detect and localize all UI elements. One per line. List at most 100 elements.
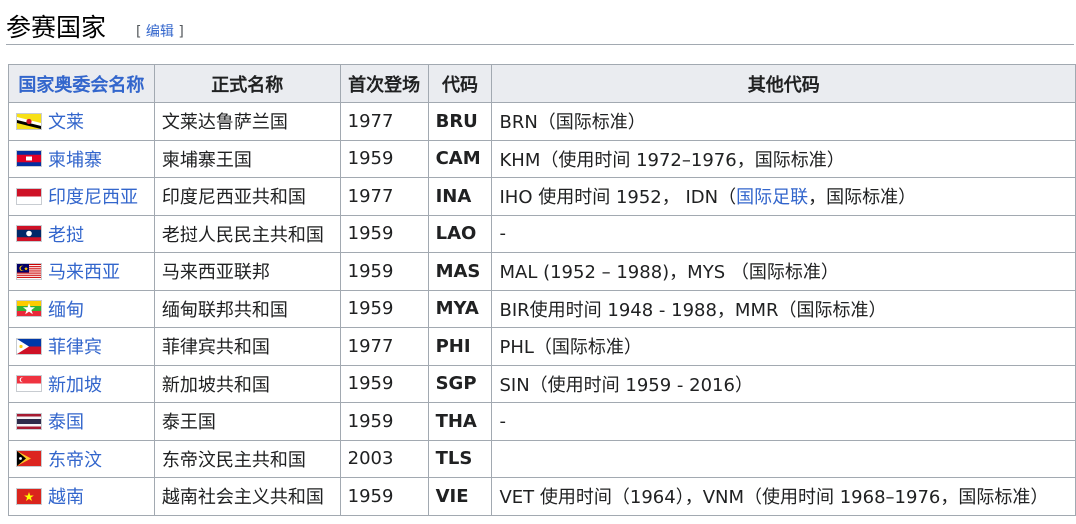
col-header-code: 代码	[427, 64, 493, 103]
country-link[interactable]: 新加坡	[48, 371, 102, 397]
timor-leste-flag-icon[interactable]	[16, 450, 42, 468]
table-row: 菲律宾 菲律宾共和国 1977 PHI PHL（国际标准）	[8, 327, 1076, 366]
country-link[interactable]: 柬埔寨	[48, 146, 102, 172]
cell-first-debut: 1977	[339, 102, 429, 141]
cell-official-name: 泰王国	[153, 402, 341, 441]
other-codes-text: IHO 使用时间 1952， IDN（	[499, 187, 737, 209]
table-row: 东帝汶 东帝汶民主共和国 2003 TLS	[8, 439, 1076, 478]
table-row: 新加坡 新加坡共和国 1959 SGP SIN（使用时间 1959 - 2016…	[8, 364, 1076, 403]
edit-bracket-open: [	[136, 24, 146, 40]
country-link[interactable]: 越南	[48, 483, 84, 509]
table-row: 越南 越南社会主义共和国 1959 VIE VET 使用时间（1964），VNM…	[8, 477, 1076, 516]
laos-flag-icon[interactable]	[16, 225, 42, 243]
cell-official-name: 文莱达鲁萨兰国	[153, 102, 341, 141]
cell-noc-name: 老挝	[8, 214, 155, 253]
cell-other-codes: BRN（国际标准）	[491, 102, 1076, 141]
cell-code: MYA	[427, 289, 493, 328]
edit-bracket-close: ]	[173, 24, 184, 40]
table-header-row: 国家奥委会名称 正式名称 首次登场 代码 其他代码	[8, 64, 1076, 103]
col-header-other-codes: 其他代码	[491, 64, 1076, 103]
cell-noc-name: 缅甸	[8, 289, 155, 328]
country-link[interactable]: 印度尼西亚	[48, 183, 138, 209]
section-title: 参赛国家	[6, 13, 107, 42]
cell-other-codes: SIN（使用时间 1959 - 2016）	[491, 364, 1076, 403]
cell-other-codes: MAL (1952 – 1988)，MYS （国际标准）	[491, 252, 1076, 291]
cell-official-name: 柬埔寨王国	[153, 139, 341, 178]
country-link[interactable]: 东帝汶	[48, 446, 102, 472]
malaysia-flag-icon[interactable]	[16, 262, 42, 280]
section-heading: 参赛国家 [ 编辑 ]	[6, 6, 1074, 45]
indonesia-flag-icon[interactable]	[16, 187, 42, 205]
country-link[interactable]: 马来西亚	[48, 258, 120, 284]
country-link[interactable]: 菲律宾	[48, 333, 102, 359]
cell-other-codes	[491, 439, 1076, 478]
country-link[interactable]: 老挝	[48, 221, 84, 247]
cell-code: INA	[427, 177, 493, 216]
edit-link[interactable]: 编辑	[146, 24, 174, 40]
thailand-flag-icon[interactable]	[16, 412, 42, 430]
cell-noc-name: 东帝汶	[8, 439, 155, 478]
country-link[interactable]: 泰国	[48, 408, 84, 434]
col-header-noc-name-link[interactable]: 国家奥委会名称	[18, 75, 144, 96]
cell-first-debut: 1959	[339, 364, 429, 403]
cell-first-debut: 1977	[339, 327, 429, 366]
country-link[interactable]: 文莱	[48, 108, 84, 134]
cell-first-debut: 1977	[339, 177, 429, 216]
cell-noc-name: 柬埔寨	[8, 139, 155, 178]
cell-other-codes: PHL（国际标准）	[491, 327, 1076, 366]
singapore-flag-icon[interactable]	[16, 375, 42, 393]
other-codes-text: ，国际标准）	[808, 187, 917, 209]
cell-official-name: 东帝汶民主共和国	[153, 439, 341, 478]
country-link[interactable]: 缅甸	[48, 296, 84, 322]
cell-official-name: 印度尼西亚共和国	[153, 177, 341, 216]
cell-noc-name: 文莱	[8, 102, 155, 141]
cell-code: THA	[427, 402, 493, 441]
cell-noc-name: 越南	[8, 477, 155, 516]
brunei-flag-icon[interactable]	[16, 112, 42, 130]
table-row: 印度尼西亚 印度尼西亚共和国 1977 INA IHO 使用时间 1952， I…	[8, 177, 1076, 216]
cell-noc-name: 菲律宾	[8, 327, 155, 366]
cell-official-name: 老挝人民民主共和国	[153, 214, 341, 253]
table-row: 柬埔寨 柬埔寨王国 1959 CAM KHM（使用时间 1972–1976，国际…	[8, 139, 1076, 178]
cell-official-name: 越南社会主义共和国	[153, 477, 341, 516]
table-row: 文莱 文莱达鲁萨兰国 1977 BRU BRN（国际标准）	[8, 102, 1076, 141]
cell-official-name: 缅甸联邦共和国	[153, 289, 341, 328]
cell-other-codes: IHO 使用时间 1952， IDN（国际足联，国际标准）	[491, 177, 1076, 216]
cambodia-flag-icon[interactable]	[16, 150, 42, 168]
cell-noc-name: 新加坡	[8, 364, 155, 403]
cell-code: SGP	[427, 364, 493, 403]
vietnam-flag-icon[interactable]	[16, 487, 42, 505]
cell-noc-name: 印度尼西亚	[8, 177, 155, 216]
table-row: 马来西亚 马来西亚联邦 1959 MAS MAL (1952 – 1988)，M…	[8, 252, 1076, 291]
cell-official-name: 马来西亚联邦	[153, 252, 341, 291]
cell-code: BRU	[427, 102, 493, 141]
cell-code: TLS	[427, 439, 493, 478]
philippines-flag-icon[interactable]	[16, 337, 42, 355]
cell-other-codes: VET 使用时间（1964），VNM（使用时间 1968–1976，国际标准）	[491, 477, 1076, 516]
cell-first-debut: 2003	[339, 439, 429, 478]
other-codes-link[interactable]: 国际足联	[736, 187, 808, 208]
col-header-first-debut: 首次登场	[339, 64, 429, 103]
cell-other-codes: KHM（使用时间 1972–1976，国际标准）	[491, 139, 1076, 178]
cell-other-codes: -	[491, 402, 1076, 441]
table-row: 缅甸 缅甸联邦共和国 1959 MYA BIR使用时间 1948 - 1988，…	[8, 289, 1076, 328]
cell-first-debut: 1959	[339, 289, 429, 328]
edit-section: [ 编辑 ]	[136, 21, 184, 41]
cell-other-codes: BIR使用时间 1948 - 1988，MMR（国际标准）	[491, 289, 1076, 328]
cell-noc-name: 马来西亚	[8, 252, 155, 291]
cell-code: VIE	[427, 477, 493, 516]
cell-official-name: 新加坡共和国	[153, 364, 341, 403]
cell-first-debut: 1959	[339, 139, 429, 178]
participants-table: 国家奥委会名称 正式名称 首次登场 代码 其他代码 文莱 文莱达鲁萨兰国 197…	[8, 64, 1076, 516]
cell-code: LAO	[427, 214, 493, 253]
cell-code: MAS	[427, 252, 493, 291]
cell-noc-name: 泰国	[8, 402, 155, 441]
cell-first-debut: 1959	[339, 214, 429, 253]
cell-other-codes: -	[491, 214, 1076, 253]
col-header-official-name: 正式名称	[153, 64, 341, 103]
cell-official-name: 菲律宾共和国	[153, 327, 341, 366]
myanmar-flag-icon[interactable]	[16, 300, 42, 318]
cell-code: PHI	[427, 327, 493, 366]
table-row: 泰国 泰王国 1959 THA -	[8, 402, 1076, 441]
col-header-noc-name[interactable]: 国家奥委会名称	[8, 64, 155, 103]
